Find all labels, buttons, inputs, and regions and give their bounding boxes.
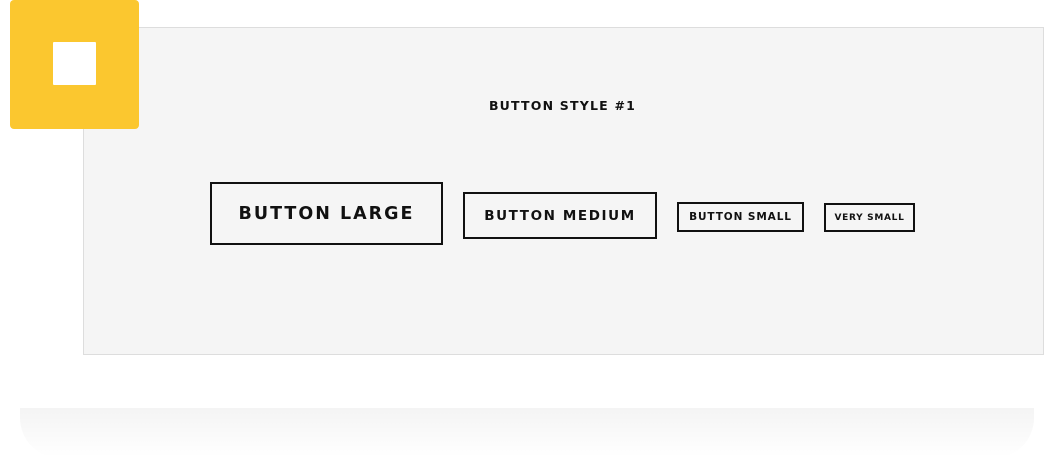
section-title: BUTTON STYLE #1 [488, 98, 637, 113]
button-small[interactable]: BUTTON SMALL [677, 202, 804, 232]
button-medium[interactable]: BUTTON MEDIUM [463, 192, 657, 239]
card-shadow [20, 408, 1034, 458]
square-icon [53, 42, 96, 85]
button-very-small[interactable]: VERY SMALL [824, 203, 915, 232]
button-large[interactable]: BUTTON LARGE [210, 182, 443, 245]
